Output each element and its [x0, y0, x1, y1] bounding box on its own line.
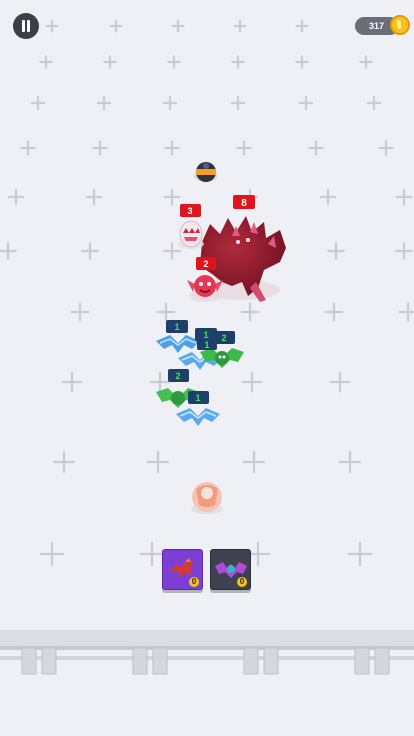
- blue-bat-c-level: 1: [195, 393, 200, 403]
- purple-bat-card[interactable]: 0: [210, 549, 251, 590]
- floor-plus-marker: [366, 95, 382, 111]
- fence: [0, 630, 414, 675]
- floor-plus-marker: [81, 242, 99, 260]
- floor-plus-marker: [359, 55, 373, 69]
- imp-level-badge: 2: [196, 257, 216, 270]
- floor-plus-marker: [295, 19, 309, 33]
- floor-plus-marker: [395, 242, 413, 260]
- pause-icon: [22, 20, 25, 32]
- floor-plus-marker: [167, 55, 181, 69]
- floor-plus-marker: [242, 450, 266, 474]
- floor-plus-marker: [163, 188, 181, 206]
- floor-plus-marker: [146, 450, 170, 474]
- floor-plus-marker: [139, 541, 165, 567]
- floor-plus-marker: [149, 371, 171, 393]
- floor-plus-marker: [30, 95, 46, 111]
- green-bat-a: [200, 348, 244, 368]
- player-spawner: [191, 482, 223, 514]
- green-bat-a-badge: 2: [214, 331, 235, 344]
- floor-plus-marker: [61, 371, 83, 393]
- egg-monster: [178, 220, 204, 249]
- floor-plus-marker: [162, 95, 178, 111]
- floor-plus-marker: [347, 541, 373, 567]
- boss-level-text: 8: [241, 198, 247, 209]
- floor-plus-marker: [39, 55, 53, 69]
- blue-bat-c-badge: 1: [188, 391, 209, 404]
- floor-plus-marker: [7, 188, 25, 206]
- floor-plus-marker: [96, 95, 112, 111]
- floor-plus-marker: [398, 302, 414, 322]
- gold-coin-icon: [390, 15, 410, 35]
- green-bat-c-badge: 2: [168, 369, 189, 382]
- green-bat-b-level: 1: [204, 340, 209, 350]
- green-bat-a-level: 2: [221, 333, 226, 343]
- floor-plus-marker: [295, 55, 309, 69]
- purple-bat-count: 0: [237, 577, 247, 587]
- floor-plus-marker: [233, 19, 247, 33]
- pause-button[interactable]: [13, 13, 39, 39]
- floor-plus-marker: [52, 450, 76, 474]
- game-field: 8 3 2 1 1 2 1 2 1: [0, 19, 414, 675]
- floor-plus-marker: [92, 140, 108, 156]
- green-bat-b-badge: 1: [197, 338, 217, 350]
- floor-plus-marker: [39, 541, 65, 567]
- floor-plus-marker: [298, 95, 314, 111]
- floor-plus-marker: [0, 242, 17, 260]
- boss-level-badge: 8: [233, 195, 255, 209]
- imp-monster: [187, 275, 223, 302]
- blue-bat-a: [156, 335, 200, 353]
- floor-plus-marker: [338, 450, 362, 474]
- red-dragon-card[interactable]: 0: [162, 549, 203, 590]
- floor-plus-marker: [327, 242, 345, 260]
- floor-plus-marker: [45, 19, 59, 33]
- blue-bat-c: [176, 408, 220, 426]
- floor-plus-marker: [171, 19, 185, 33]
- floor-plus-marker: [230, 95, 246, 111]
- floor-plus-marker: [378, 140, 394, 156]
- barrel-pickup: [194, 162, 218, 182]
- floor-plus-marker: [231, 55, 245, 69]
- floor-plus-marker: [164, 140, 180, 156]
- floor-plus-marker: [395, 188, 413, 206]
- green-bat-c-level: 2: [175, 371, 180, 381]
- floor-plus-marker: [319, 188, 337, 206]
- floor-plus-marker: [109, 19, 123, 33]
- floor-plus-marker: [329, 371, 351, 393]
- floor-plus-marker: [324, 302, 344, 322]
- blue-bat-a-badge: 1: [166, 320, 188, 333]
- floor-plus-marker: [20, 140, 36, 156]
- floor-plus-marker: [241, 371, 263, 393]
- floor-plus-marker: [236, 140, 252, 156]
- blue-bat-a-level: 1: [174, 322, 179, 332]
- floor-plus-marker: [240, 302, 260, 322]
- imp-level-text: 2: [203, 259, 208, 269]
- floor-plus-marker: [156, 302, 176, 322]
- egg-level-text: 3: [187, 206, 192, 216]
- floor-plus-marker: [103, 55, 117, 69]
- floor-plus-marker: [308, 140, 324, 156]
- red-dragon-count: 0: [189, 577, 199, 587]
- floor-plus-marker: [85, 188, 103, 206]
- floor-plus-marker: [163, 242, 181, 260]
- floor-plus-marker: [70, 302, 90, 322]
- egg-level-badge: 3: [180, 204, 201, 217]
